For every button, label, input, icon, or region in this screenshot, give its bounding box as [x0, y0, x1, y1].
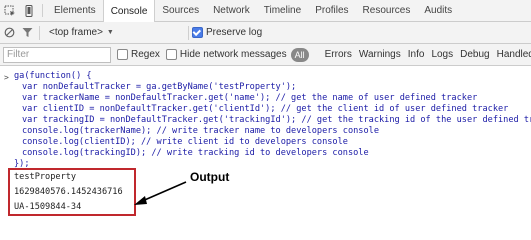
panel-tabs: Elements Console Sources Network Timeline Pro… [47, 0, 459, 22]
level-info-button[interactable]: Info [408, 49, 425, 60]
tab-console[interactable]: Console [102, 0, 156, 22]
devtools-tab-bar: Elements Console Sources Network Timeline Pro… [0, 0, 531, 22]
console-input-line: console.log(clientID); // write client i… [0, 137, 531, 148]
level-handled-button[interactable]: Handled [497, 49, 531, 60]
preserve-log-checkbox[interactable] [192, 27, 203, 38]
regex-label: Regex [131, 49, 160, 60]
filter-input[interactable] [3, 46, 111, 63]
console-toolbar: <top frame> ▼ Preserve log [0, 22, 531, 44]
console-input-line: var trackerName = nonDefaultTracker.get(… [0, 93, 531, 104]
level-errors-button[interactable]: Errors [325, 49, 352, 60]
inspect-element-icon[interactable] [0, 0, 19, 21]
toolbar-divider [42, 4, 43, 17]
output-annotation-label: Output [190, 170, 230, 184]
device-mode-icon[interactable] [19, 0, 38, 21]
clear-console-icon[interactable] [0, 22, 18, 44]
console-input-text: var nonDefaultTracker = ga.getByName('te… [22, 82, 297, 92]
console-input-line: console.log(trackingID); // write tracki… [0, 148, 531, 159]
toolbar-divider [188, 25, 189, 40]
console-input-text: ga(function() { [14, 71, 92, 81]
console-input-text: var trackingID = nonDefaultTracker.get('… [22, 115, 531, 125]
level-logs-button[interactable]: Logs [431, 49, 453, 60]
frame-select-value: <top frame> [49, 27, 103, 38]
console-input-line: var nonDefaultTracker = ga.getByName('te… [0, 82, 531, 93]
level-all-button[interactable]: All [290, 47, 309, 62]
console-input-line: var clientID = nonDefaultTracker.get('cl… [0, 104, 531, 115]
console-filter-bar: Regex Hide network messages All Errors Wa… [0, 44, 531, 66]
tab-network[interactable]: Network [206, 0, 257, 21]
console-input-line: console.log(trackerName); // write track… [0, 126, 531, 137]
level-warnings-button[interactable]: Warnings [359, 49, 401, 60]
tab-audits[interactable]: Audits [417, 0, 459, 21]
tab-timeline[interactable]: Timeline [257, 0, 308, 21]
filter-funnel-icon[interactable] [18, 22, 36, 44]
console-input-text: var trackerName = nonDefaultTracker.get(… [22, 93, 478, 103]
toolbar-divider [39, 25, 40, 40]
console-input-text: console.log(trackingID); // write tracki… [22, 148, 369, 158]
hide-network-checkbox[interactable] [165, 49, 177, 60]
console-input-line: ga(function() { [0, 71, 531, 82]
console-input-text: console.log(trackerName); // write track… [22, 126, 379, 136]
chevron-down-icon: ▼ [106, 29, 114, 36]
output-highlight-box [8, 168, 136, 216]
level-debug-button[interactable]: Debug [460, 49, 489, 60]
annotation-arrow-icon [134, 181, 187, 205]
preserve-log-label: Preserve log [206, 27, 263, 38]
tab-sources[interactable]: Sources [155, 0, 206, 21]
preserve-log-option[interactable]: Preserve log [192, 27, 262, 38]
regex-checkbox[interactable] [117, 49, 128, 60]
level-filters: Errors Warnings Info Logs Debug Handled [318, 49, 531, 60]
tab-profiles[interactable]: Profiles [308, 0, 355, 21]
console-input-line: var trackingID = nonDefaultTracker.get('… [0, 115, 531, 126]
console-input-text: console.log(clientID); // write client i… [22, 137, 348, 147]
console-input-text: var clientID = nonDefaultTracker.get('cl… [22, 104, 509, 114]
tab-resources[interactable]: Resources [356, 0, 418, 21]
tab-elements[interactable]: Elements [47, 0, 103, 21]
hide-network-label: Hide network messages [179, 49, 287, 60]
hide-network-option[interactable]: Hide network messages [165, 49, 287, 60]
regex-option[interactable]: Regex [117, 49, 160, 60]
frame-select[interactable]: <top frame> ▼ [43, 25, 185, 41]
